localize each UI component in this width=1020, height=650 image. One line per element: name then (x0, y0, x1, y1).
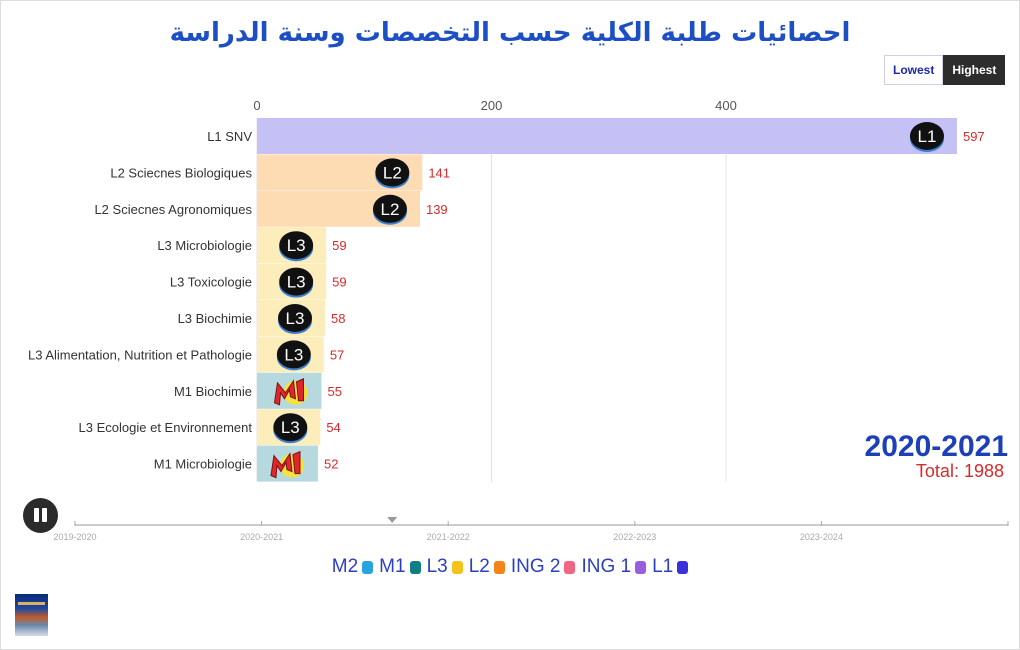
category-label: L3 Biochimie (178, 311, 252, 326)
value-label: 139 (426, 202, 448, 217)
legend: M2 M1 L3 L2 ING 2 ING 1 L1 (0, 556, 1020, 578)
legend-item[interactable]: L3 (427, 556, 463, 578)
legend-label: L3 (426, 556, 448, 577)
bar[interactable] (257, 118, 957, 154)
category-label: M1 Microbiologie (154, 457, 252, 472)
timeline-handle[interactable] (387, 517, 398, 523)
x-tick-label: 400 (715, 98, 737, 113)
legend-item[interactable]: ING 2 (511, 556, 576, 578)
total-label: Total: 1988 (915, 461, 1004, 481)
svg-text:L3: L3 (284, 345, 303, 364)
legend-swatch (451, 560, 463, 574)
legend-label: ING 1 (581, 556, 632, 577)
badge-l2-icon: L2 (375, 158, 410, 189)
category-label: L3 Toxicologie (170, 275, 252, 290)
badge-l3-icon: L3 (279, 231, 314, 262)
legend-item[interactable]: M1 (379, 556, 421, 578)
svg-text:L2: L2 (383, 163, 402, 182)
legend-swatch (409, 560, 421, 574)
bars: L1 SNV 597 L1 L2 Sciecnes Biologiques 141 L2 L… (28, 118, 985, 482)
svg-text:L3: L3 (287, 273, 306, 292)
category-label: L3 Ecologie et Environnement (79, 420, 253, 435)
value-label: 58 (331, 311, 345, 326)
svg-text:L3: L3 (287, 236, 306, 255)
legend-swatch (677, 560, 689, 574)
timeline-tick-label[interactable]: 2021-2022 (427, 532, 470, 542)
value-label: 54 (326, 420, 340, 435)
legend-item[interactable]: L1 (652, 556, 689, 578)
category-label: L3 Alimentation, Nutrition et Pathologie (28, 347, 252, 362)
x-tick-label: 0 (253, 98, 260, 113)
badge-l3-icon: L3 (278, 304, 313, 334)
x-tick-label: 200 (481, 98, 503, 113)
legend-label: M2 (331, 556, 359, 577)
badge-l1-icon: L1 (909, 122, 944, 152)
current-year-label: 2020-2021 (864, 430, 1008, 463)
svg-text:L2: L2 (381, 200, 400, 219)
value-label: 59 (332, 275, 346, 290)
legend-item[interactable]: ING 1 (581, 556, 647, 578)
value-label: 597 (963, 129, 985, 144)
svg-text:L3: L3 (281, 418, 300, 437)
legend-label: L2 (468, 556, 490, 577)
value-label: 52 (324, 457, 338, 472)
category-label: L2 Sciecnes Biologiques (110, 165, 252, 180)
category-label: L2 Sciecnes Agronomiques (94, 202, 252, 217)
badge-l3-icon: L3 (276, 340, 311, 371)
badge-l3-icon: L3 (279, 267, 314, 298)
legend-swatch (493, 560, 505, 574)
timeline-slider[interactable]: 2019-2020 2020-2021 2021-2022 2022-2023 2023… (0, 510, 1020, 560)
category-label: L1 SNV (207, 129, 252, 144)
value-label: 55 (327, 384, 341, 399)
timeline-tick-label[interactable]: 2022-2023 (613, 532, 656, 542)
legend-swatch (635, 560, 647, 574)
svg-text:L3: L3 (286, 309, 305, 328)
timeline-tick-label[interactable]: 2023-2024 (800, 532, 843, 542)
legend-label: L1 (652, 556, 674, 577)
value-label: 141 (428, 165, 450, 180)
timeline-tick-label[interactable]: 2020-2021 (240, 532, 283, 542)
legend-swatch (362, 560, 374, 574)
faculty-logo (15, 594, 48, 636)
category-label: M1 Biochimie (174, 384, 252, 399)
badge-l2-icon: L2 (372, 194, 407, 225)
legend-item[interactable]: L2 (469, 556, 505, 578)
category-label: L3 Microbiologie (157, 238, 252, 253)
svg-text:L1: L1 (918, 127, 937, 146)
legend-item[interactable]: M2 (331, 556, 374, 578)
legend-label: M1 (379, 556, 406, 577)
timeline-tick-label[interactable]: 2019-2020 (53, 532, 96, 542)
badge-l3-icon: L3 (273, 413, 308, 444)
value-label: 59 (332, 238, 346, 253)
legend-swatch (564, 560, 576, 574)
bar-chart: 0 200 400 L1 SNV 597 L1 L2 Sciecnes Biologiqu… (28, 98, 985, 482)
legend-label: ING 2 (510, 556, 561, 577)
value-label: 57 (330, 347, 344, 362)
